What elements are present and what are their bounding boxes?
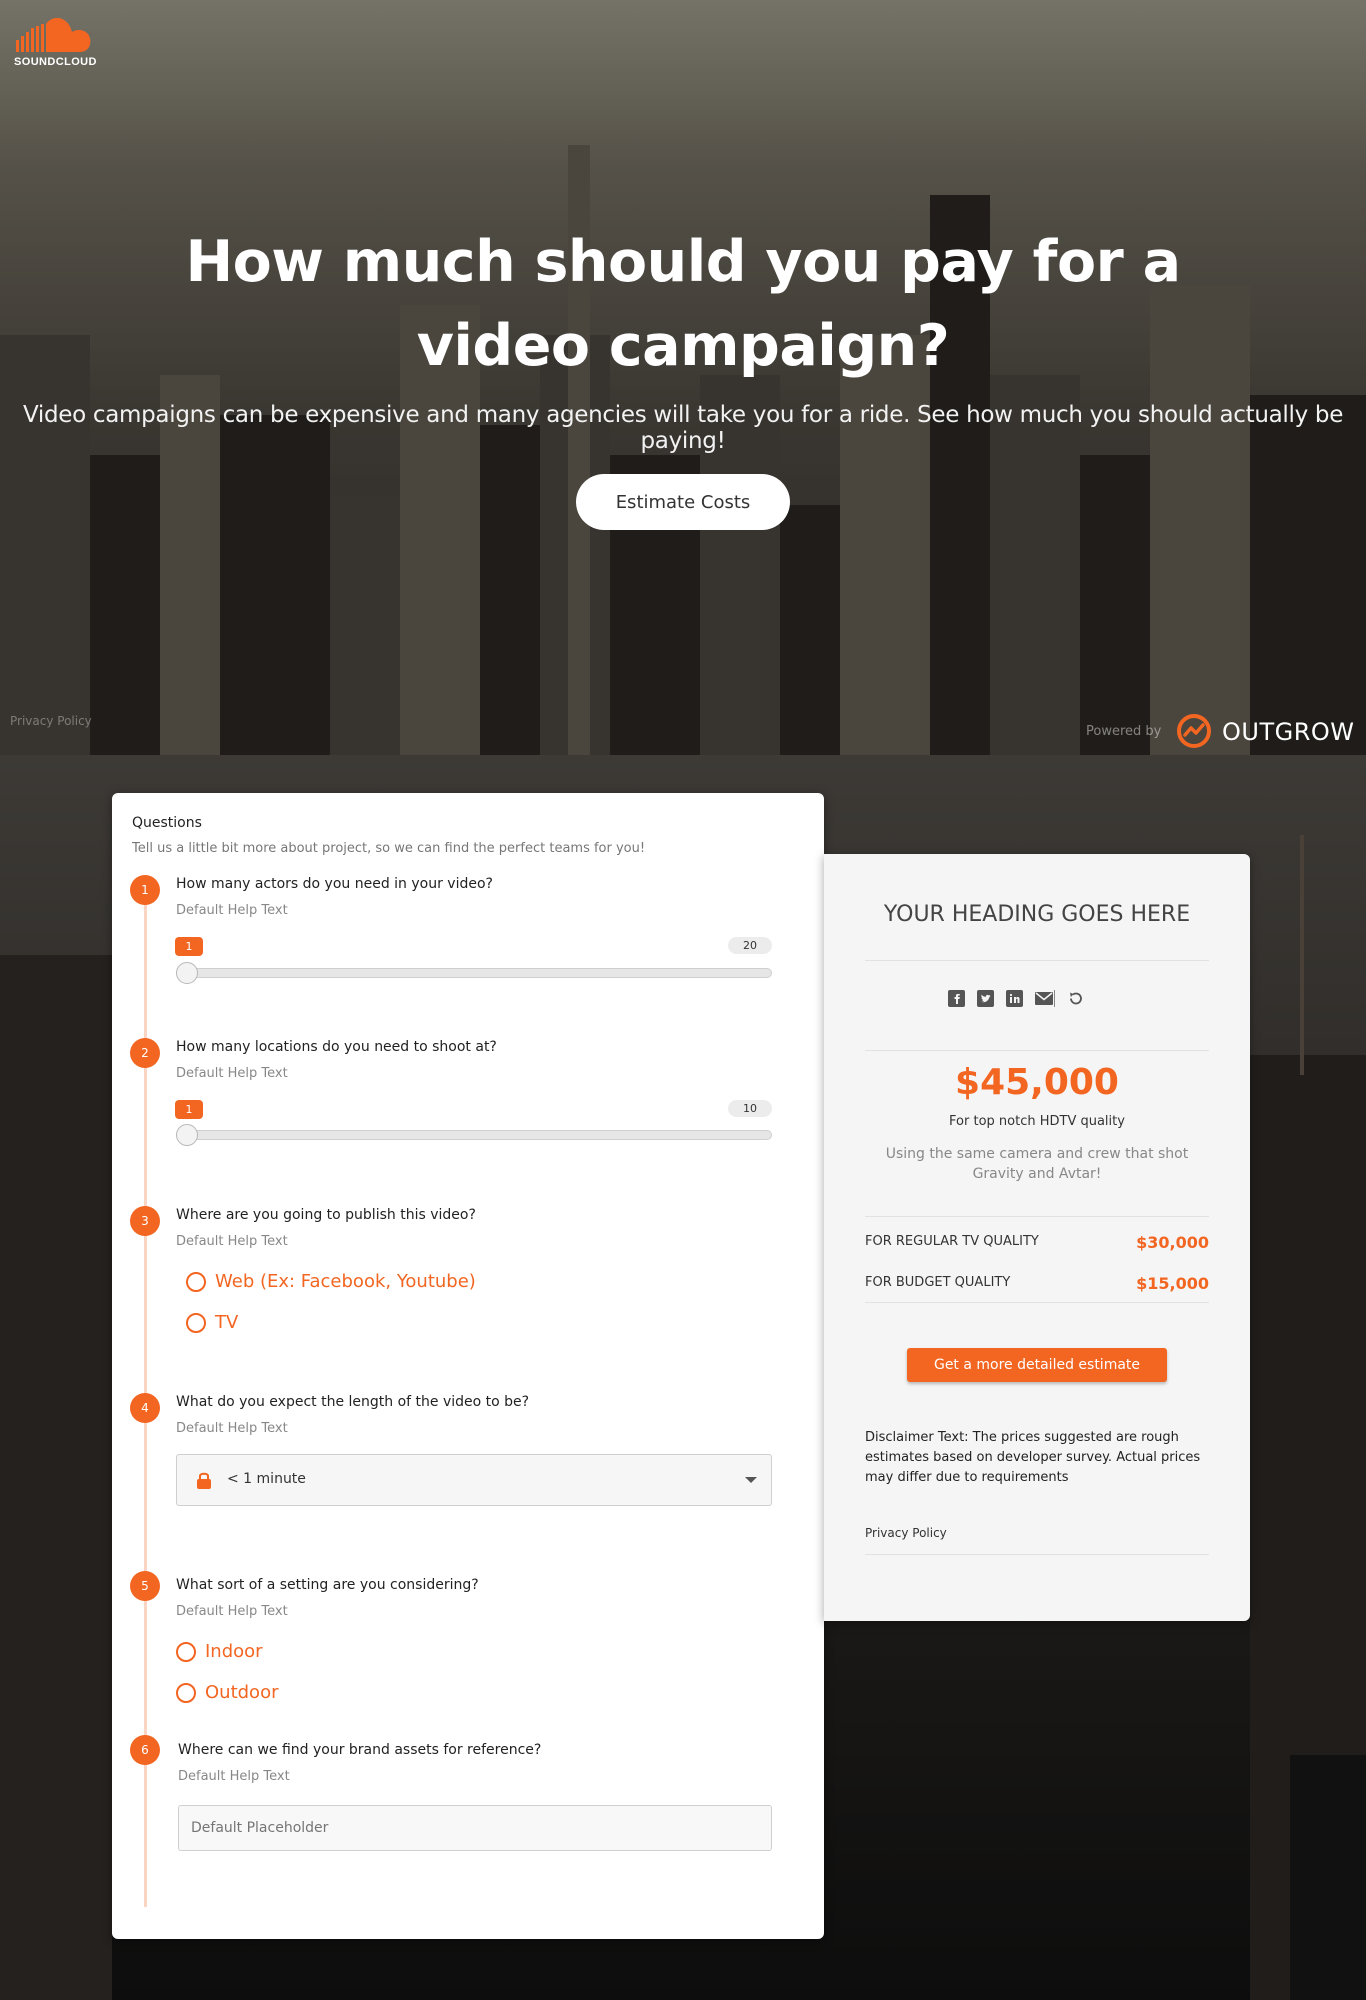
radio-option-web[interactable]: Web (Ex: Facebook, Youtube) [186,1271,476,1292]
help-text: Default Help Text [176,1066,288,1081]
building [330,495,400,755]
building [0,955,112,2000]
hero-subtitle: Video campaigns can be expensive and man… [22,402,1344,454]
slider-value: 1 [175,937,203,956]
hero-section: SOUNDCLOUD How much should you pay for a… [0,0,1366,755]
question-text: How many locations do you need to shoot … [176,1039,497,1055]
video-length-select[interactable]: < 1 minute [176,1454,772,1506]
divider [865,960,1209,961]
help-text: Default Help Text [178,1769,290,1784]
price-label: For top notch HDTV quality [949,1114,1125,1129]
tier-price: $15,000 [1136,1274,1209,1293]
divider [865,1050,1209,1051]
email-icon[interactable] [1035,990,1055,1007]
step-badge: 2 [130,1038,160,1068]
building [780,505,840,755]
result-card: YOUR HEADING GOES HERE $45,000 For top n… [824,854,1250,1621]
soundcloud-logo[interactable]: SOUNDCLOUD [14,14,106,72]
brand-assets-input[interactable] [178,1805,772,1851]
building [480,425,540,755]
help-text: Default Help Text [176,1421,288,1436]
divider [865,1302,1209,1303]
radio-label: TV [215,1312,239,1333]
radio-label: Web (Ex: Facebook, Youtube) [215,1271,476,1292]
questions-description: Tell us a little bit more about project,… [132,841,646,856]
question-text: Where can we find your brand assets for … [178,1742,542,1758]
twitter-icon[interactable] [977,990,994,1007]
antenna [1300,835,1304,1075]
price-description: Using the same camera and crew that shot… [885,1146,1189,1182]
building [90,455,160,755]
disclaimer-text: Disclaimer Text: The prices suggested ar… [865,1430,1201,1485]
questions-title: Questions [132,815,202,831]
building [1290,1755,1366,2000]
chevron-down-icon[interactable] [745,1477,757,1483]
radio-option-outdoor[interactable]: Outdoor [176,1682,279,1703]
estimate-costs-button[interactable]: Estimate Costs [576,474,790,530]
result-heading: YOUR HEADING GOES HERE [883,902,1191,927]
building [1080,455,1150,755]
radio-circle[interactable] [186,1312,206,1333]
question-text: What sort of a setting are you consideri… [176,1577,479,1593]
building [840,335,930,755]
divider [865,1554,1209,1555]
lock-icon [197,1472,211,1489]
reload-icon[interactable] [1067,990,1084,1007]
step-badge: 3 [130,1206,160,1236]
questions-card: Questions Tell us a little bit more abou… [112,793,824,1939]
locations-slider[interactable] [176,1130,772,1140]
slider-handle[interactable] [176,962,198,984]
radio-circle[interactable] [176,1682,196,1703]
actors-slider[interactable] [176,968,772,978]
question-text: How many actors do you need in your vide… [176,876,493,892]
outgrow-brand[interactable]: OUTGROW [1222,718,1355,746]
estimated-price: $45,000 [955,1062,1119,1103]
help-text: Default Help Text [176,1234,288,1249]
radio-circle[interactable] [176,1641,196,1662]
building [220,415,330,755]
radio-option-tv[interactable]: TV [186,1312,238,1333]
help-text: Default Help Text [176,1604,288,1619]
question-text: Where are you going to publish this vide… [176,1207,476,1223]
slider-max-label: 20 [728,937,772,954]
step-badge: 6 [130,1735,160,1765]
radio-circle[interactable] [186,1271,206,1292]
help-text: Default Help Text [176,903,288,918]
radio-option-indoor[interactable]: Indoor [176,1641,263,1662]
detailed-estimate-button[interactable]: Get a more detailed estimate [907,1348,1167,1382]
divider [865,1216,1209,1217]
slider-value: 1 [175,1100,203,1119]
slider-handle[interactable] [176,1124,198,1146]
step-badge: 5 [130,1571,160,1601]
slider-max-label: 10 [728,1100,772,1117]
brand-name: SOUNDCLOUD [14,56,97,68]
radio-label: Outdoor [205,1682,279,1703]
selected-value: < 1 minute [227,1471,306,1487]
facebook-icon[interactable] [948,990,965,1007]
privacy-policy-link[interactable]: Privacy Policy [865,1526,947,1540]
tier-label: FOR REGULAR TV QUALITY [865,1234,1039,1249]
step-badge: 4 [130,1393,160,1423]
tier-label: FOR BUDGET QUALITY [865,1275,1011,1290]
radio-label: Indoor [205,1641,263,1662]
powered-by-label: Powered by [1086,724,1162,739]
hero-title: How much should you pay for a video camp… [185,229,1181,379]
cloud-icon [16,17,91,52]
question-text: What do you expect the length of the vid… [176,1394,530,1410]
outgrow-logo-icon[interactable] [1176,713,1212,749]
building [0,335,90,755]
linkedin-icon[interactable] [1006,990,1023,1007]
step-badge: 1 [130,875,160,905]
tier-price: $30,000 [1136,1233,1209,1252]
privacy-policy-link[interactable]: Privacy Policy [10,714,92,728]
